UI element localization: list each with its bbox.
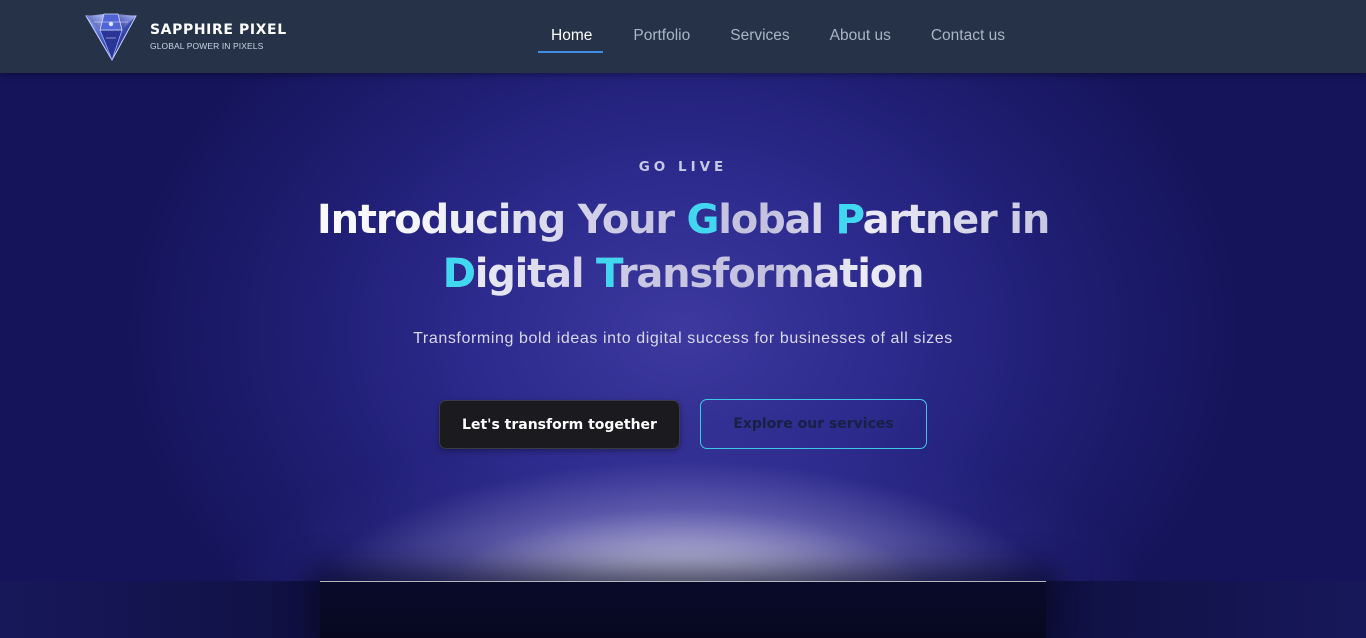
- headline-line-2: Digital Transformation: [233, 247, 1133, 301]
- headline-text: artner in: [862, 197, 1050, 243]
- brand-name: SAPPHIRE PIXEL: [150, 22, 287, 38]
- brand[interactable]: SAPPHIRE PIXEL GLOBAL POWER IN PIXELS: [82, 10, 287, 62]
- brand-tagline: GLOBAL POWER IN PIXELS: [150, 41, 264, 51]
- navbar: SAPPHIRE PIXEL GLOBAL POWER IN PIXELS Ho…: [0, 0, 1366, 73]
- sapphire-gem-icon: [85, 13, 137, 62]
- headline-accent-letter: G: [686, 197, 720, 243]
- hero-section: GO LIVE Introducing Your Global Partner …: [0, 73, 1366, 638]
- headline-text: Introducing Your: [316, 197, 687, 243]
- hero-subtitle: Transforming bold ideas into digital suc…: [413, 330, 953, 347]
- hero-eyebrow: GO LIVE: [638, 159, 728, 175]
- hero-headline: Introducing Your Global Partner in Digit…: [233, 193, 1133, 301]
- headline-line-1: Introducing Your Global Partner in: [233, 193, 1133, 247]
- brand-text: SAPPHIRE PIXEL GLOBAL POWER IN PIXELS: [150, 21, 287, 51]
- explore-services-button[interactable]: Explore our services: [700, 399, 927, 449]
- nav-item-home[interactable]: Home: [538, 0, 604, 53]
- nav-item-portfolio[interactable]: Portfolio: [633, 0, 690, 53]
- nav-item-services[interactable]: Services: [730, 0, 789, 53]
- headline-text: igital: [474, 251, 597, 297]
- main-nav: Home Portfolio Services About us Contact…: [538, 0, 1045, 73]
- transform-together-button[interactable]: Let's transform together: [439, 400, 680, 449]
- headline-accent-letter: P: [835, 197, 864, 243]
- headline-text: ransformation: [617, 251, 924, 297]
- hero-stage-platform: [320, 581, 1046, 638]
- headline-accent-letter: D: [442, 251, 476, 297]
- headline-accent-letter: T: [596, 251, 619, 297]
- nav-item-about-us[interactable]: About us: [830, 0, 891, 53]
- headline-text: lobal: [718, 197, 836, 243]
- nav-item-contact-us[interactable]: Contact us: [931, 0, 1005, 53]
